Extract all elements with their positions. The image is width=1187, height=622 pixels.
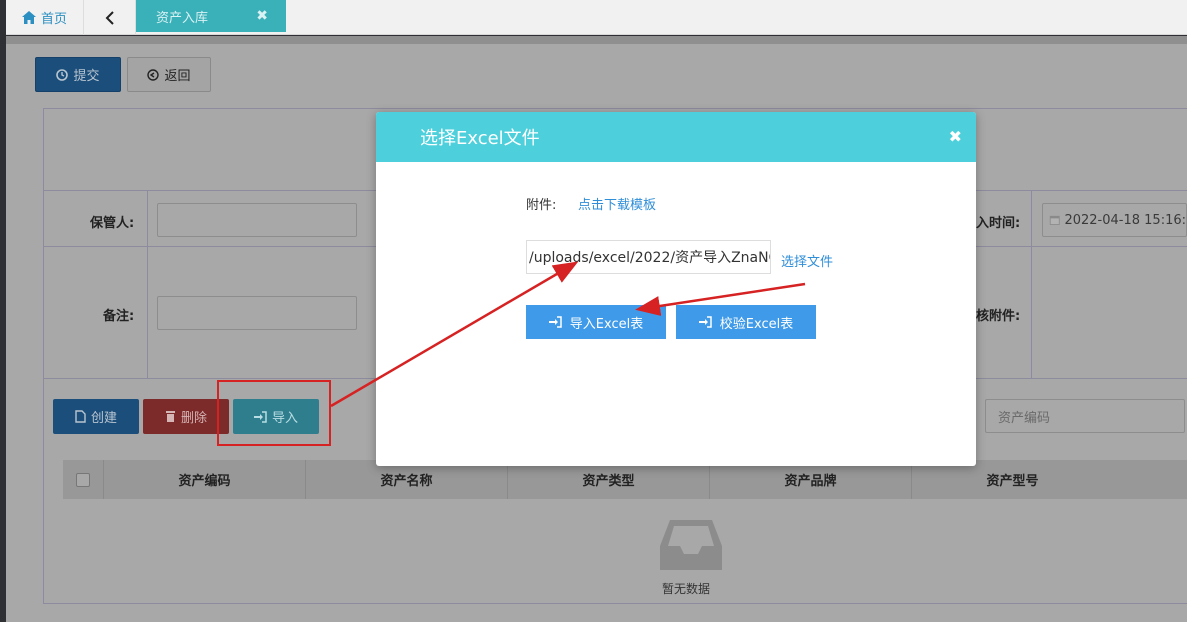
tab-close-icon[interactable]: ✖	[256, 8, 268, 24]
delete-label: 删除	[180, 411, 207, 426]
import-excel-button[interactable]: 导入Excel表	[526, 305, 666, 339]
sign-in-icon	[698, 316, 712, 328]
chevron-left-icon	[105, 10, 114, 25]
trash-icon	[165, 411, 175, 422]
clock-icon	[56, 68, 69, 81]
modal-title: 选择Excel文件	[420, 128, 540, 149]
tab-back-button[interactable]	[84, 0, 136, 35]
review-attachment-label: 核附件:	[976, 309, 1021, 324]
tab-home[interactable]: 首页	[6, 0, 84, 35]
tab-home-label: 首页	[40, 12, 67, 27]
keeper-input[interactable]	[157, 203, 357, 237]
check-excel-button[interactable]: 校验Excel表	[676, 305, 816, 339]
remark-input[interactable]	[157, 296, 357, 330]
circle-arrow-left-icon	[147, 68, 160, 81]
create-label: 创建	[90, 411, 117, 426]
calendar-icon	[1049, 215, 1060, 225]
asset-code-search-input[interactable]: 资产编码	[985, 399, 1185, 433]
asset-code-placeholder: 资产编码	[998, 410, 1051, 426]
empty-data-text: 暂无数据	[662, 582, 711, 596]
inbound-time-label: 入时间:	[976, 216, 1021, 231]
inbound-time-input[interactable]: 2022-04-18 15:16:	[1042, 203, 1187, 237]
select-all-checkbox[interactable]	[63, 460, 103, 499]
check-excel-label: 校验Excel表	[719, 316, 794, 332]
modal-close-icon[interactable]: ✖	[949, 127, 962, 146]
submit-label: 提交	[73, 69, 100, 84]
inbound-time-value: 2022-04-18 15:16:	[1064, 212, 1186, 228]
submit-button[interactable]: 提交	[35, 57, 121, 92]
attachment-label: 附件:	[526, 198, 557, 213]
home-icon	[21, 11, 36, 24]
content-top-strip	[6, 36, 1187, 44]
column-header[interactable]: 资产编码	[103, 460, 305, 499]
tab-bar: 首页 资产入库 ✖	[6, 0, 1187, 35]
tab-asset-inbound[interactable]: 资产入库 ✖	[136, 0, 286, 32]
excel-upload-modal: 选择Excel文件 ✖ 附件: 点击下载模板 /uploads/excel/20…	[376, 112, 976, 466]
keeper-label: 保管人:	[90, 216, 135, 231]
modal-header: 选择Excel文件 ✖	[376, 112, 976, 162]
form-divider	[1031, 190, 1032, 378]
tab-asset-inbound-label: 资产入库	[156, 10, 209, 26]
create-button[interactable]: 创建	[53, 399, 139, 434]
file-path-input[interactable]: /uploads/excel/2022/资产导入ZnaNGjyS.xls	[526, 240, 771, 274]
return-label: 返回	[164, 69, 191, 84]
sign-in-icon	[548, 316, 562, 328]
import-excel-label: 导入Excel表	[569, 316, 644, 332]
annotation-highlight-box	[217, 380, 331, 446]
empty-inbox-icon	[660, 520, 722, 570]
choose-file-link[interactable]: 选择文件	[781, 251, 833, 270]
remark-label: 备注:	[103, 309, 135, 324]
file-icon	[75, 410, 86, 423]
download-template-link[interactable]: 点击下载模板	[578, 194, 656, 213]
return-button[interactable]: 返回	[127, 57, 211, 92]
form-divider	[147, 190, 148, 378]
